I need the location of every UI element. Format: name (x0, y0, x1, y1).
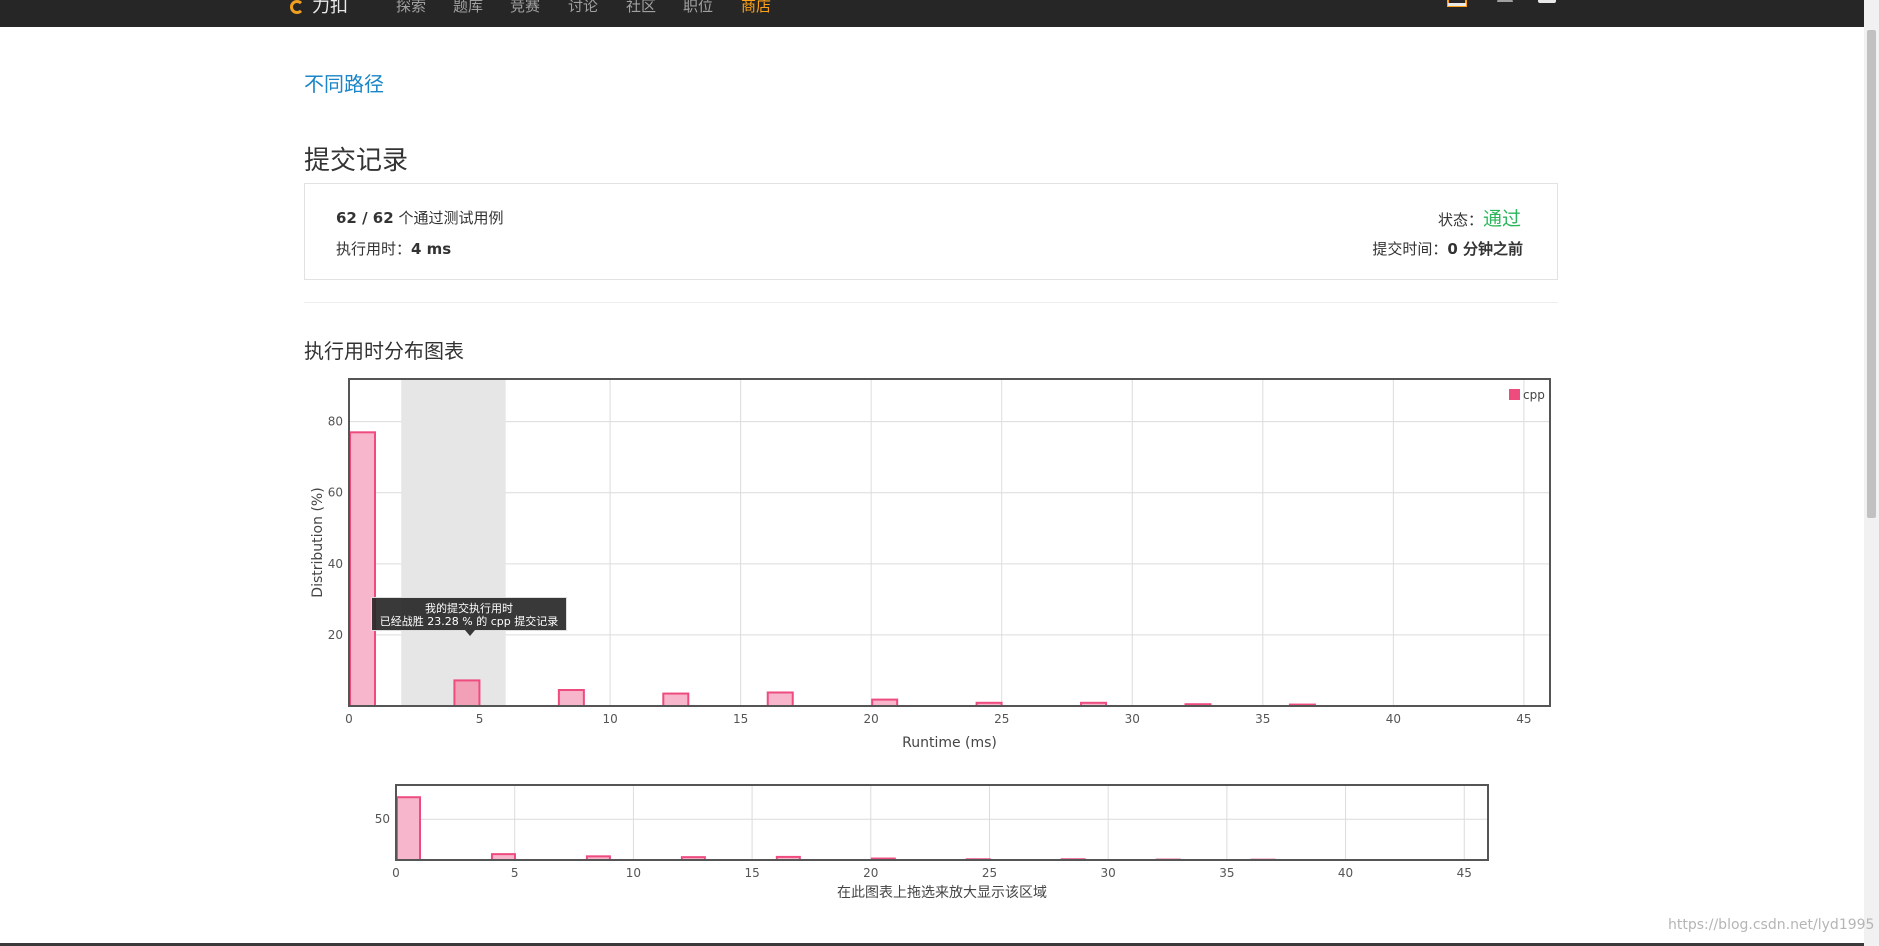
main-x-axis-label: Runtime (ms) (902, 735, 997, 751)
legend-swatch-cpp (1509, 389, 1520, 400)
y-tick-label: 20 (328, 628, 343, 642)
x-tick-label: 40 (1386, 712, 1401, 726)
x-tick-label: 20 (864, 712, 879, 726)
bar-8 (557, 689, 585, 707)
y-tick-label: 60 (328, 486, 343, 500)
bar-12 (662, 692, 690, 707)
main-x-tick-labels: 0 5 10 15 20 25 30 35 40 45 (345, 712, 1531, 726)
y-tick-label: 80 (328, 415, 343, 429)
bar-0 (349, 431, 376, 707)
x-tick-label: 45 (1457, 866, 1472, 880)
x-tick-label: 5 (476, 712, 484, 726)
x-tick-label: 0 (392, 866, 400, 880)
bar-16 (766, 691, 794, 707)
tooltip-arrow (465, 630, 475, 636)
x-tick-label: 5 (511, 866, 519, 880)
bar-4 (453, 679, 481, 707)
main-y-tick-labels: 20 40 60 80 (328, 415, 343, 642)
x-tick-label: 45 (1516, 712, 1531, 726)
x-tick-label: 10 (626, 866, 641, 880)
navigator-grid (395, 785, 1488, 860)
x-tick-label: 15 (744, 866, 759, 880)
x-tick-label: 0 (345, 712, 353, 726)
x-tick-label: 40 (1338, 866, 1353, 880)
x-tick-label: 10 (602, 712, 617, 726)
x-tick-label: 35 (1255, 712, 1270, 726)
navigator-frame (395, 784, 1489, 861)
bar-0 (396, 796, 421, 862)
y-tick-label: 50 (375, 812, 390, 826)
y-tick-label: 40 (328, 557, 343, 571)
legend-label-cpp: cpp (1523, 388, 1545, 402)
x-tick-label: 20 (863, 866, 878, 880)
main-chart-frame (348, 378, 1551, 707)
x-tick-label: 30 (1125, 712, 1140, 726)
x-tick-label: 15 (733, 712, 748, 726)
x-tick-label: 25 (994, 712, 1009, 726)
tooltip-line-1: 我的提交执行用时 (425, 602, 513, 615)
runtime-distribution-chart[interactable]: 0 5 10 15 20 25 30 35 40 45 20 40 60 80 Runtime (ms)… (0, 0, 1879, 946)
navigator-bars (396, 796, 1276, 862)
x-tick-label: 30 (1101, 866, 1116, 880)
navigator-hint-label: 在此图表上拖选来放大显示该区域 (837, 885, 1047, 901)
main-chart-grid (348, 379, 1550, 706)
main-y-axis-label: Distribution (%) (310, 487, 326, 597)
navigator-x-tick-labels: 0 5 10 15 20 25 30 35 40 45 (392, 866, 1472, 880)
x-tick-label: 35 (1219, 866, 1234, 880)
navigator-y-tick-labels: 50 (375, 812, 390, 826)
chart-legend: cpp (1509, 388, 1545, 402)
my-runtime-highlight-band (401, 379, 506, 706)
tooltip-line-2: 已经战胜 23.28 % 的 cpp 提交记录 (379, 615, 559, 628)
watermark: https://blog.csdn.net/lyd1995 (1668, 917, 1875, 933)
my-submission-tooltip: 我的提交执行用时 已经战胜 23.28 % 的 cpp 提交记录 (371, 597, 567, 636)
x-tick-label: 25 (982, 866, 997, 880)
